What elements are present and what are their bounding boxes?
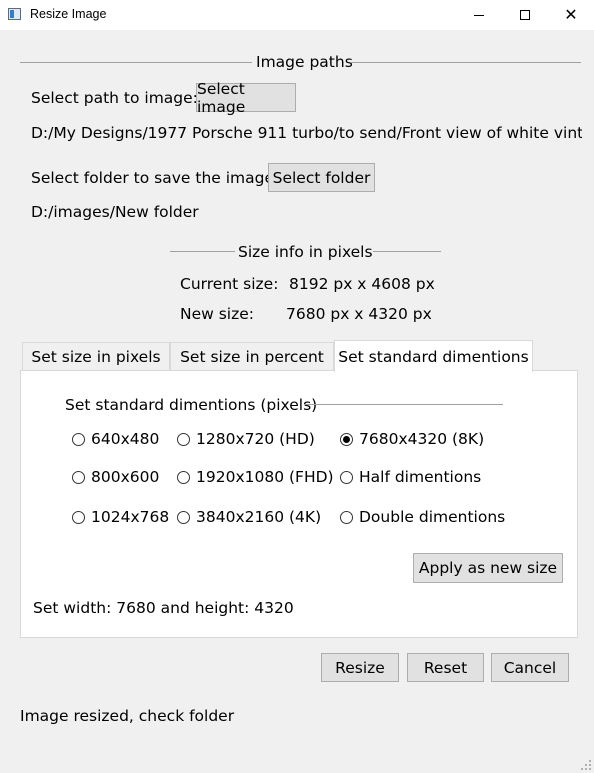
current-size-label: Current size: — [180, 275, 279, 293]
radio-label: Half dimentions — [359, 468, 482, 486]
reset-button[interactable]: Reset — [407, 653, 484, 682]
radio-label: 3840x2160 (4K) — [196, 508, 322, 526]
radio-640x480[interactable]: 640x480 — [72, 430, 159, 448]
radio-circle — [340, 470, 353, 484]
current-size-value: 8192 px x 4608 px — [289, 275, 435, 293]
cancel-button[interactable]: Cancel — [491, 653, 569, 682]
status-bar-text: Image resized, check folder — [20, 707, 235, 725]
radio-circle-checked — [340, 432, 353, 446]
new-size-label: New size: — [180, 305, 255, 323]
radio-circle — [177, 432, 190, 446]
size-info-separator-right — [373, 251, 441, 252]
standard-group-separator — [304, 404, 503, 405]
select-folder-label: Select folder to save the image: — [31, 169, 280, 187]
tab-label: Set size in pixels — [31, 348, 161, 366]
radio-circle — [340, 510, 353, 524]
maximize-button[interactable] — [502, 0, 548, 30]
radio-label: 1024x768 — [91, 508, 170, 526]
radio-circle — [177, 510, 190, 524]
radio-label: 800x600 — [91, 468, 160, 486]
size-info-separator-left — [170, 251, 235, 252]
tab-label: Set standard dimentions — [338, 347, 529, 366]
tab-label: Set size in percent — [180, 348, 324, 366]
radio-1024x768[interactable]: 1024x768 — [72, 508, 169, 526]
radio-label: 7680x4320 (8K) — [359, 430, 485, 448]
apply-as-new-size-button[interactable]: Apply as new size — [413, 553, 563, 583]
app-icon — [8, 8, 21, 20]
image-paths-title: Image paths — [256, 53, 353, 71]
new-size-value: 7680 px x 4320 px — [286, 305, 432, 323]
resize-grip-icon[interactable] — [581, 760, 591, 770]
minimize-icon — [474, 14, 484, 16]
select-image-label: Select path to image: — [31, 89, 198, 107]
size-info-title: Size info in pixels — [238, 243, 373, 261]
close-button[interactable]: ✕ — [548, 0, 594, 30]
resize-button[interactable]: Resize — [321, 653, 399, 682]
standard-status-text: Set width: 7680 and height: 4320 — [33, 599, 294, 617]
radio-label: 1920x1080 (FHD) — [196, 468, 334, 486]
minimize-button[interactable] — [456, 0, 502, 30]
select-folder-button[interactable]: Select folder — [268, 163, 375, 192]
radio-label: Double dimentions — [359, 508, 506, 526]
radio-7680x4320[interactable]: 7680x4320 (8K) — [340, 430, 484, 448]
tab-set-size-percent[interactable]: Set size in percent — [170, 342, 334, 371]
radio-circle — [72, 432, 85, 446]
image-paths-separator-right — [350, 62, 581, 63]
radio-1280x720[interactable]: 1280x720 (HD) — [177, 430, 315, 448]
tab-set-size-pixels[interactable]: Set size in pixels — [22, 342, 170, 371]
radio-800x600[interactable]: 800x600 — [72, 468, 159, 486]
radio-circle — [72, 470, 85, 484]
title-bar: Resize Image ✕ — [0, 0, 594, 30]
tab-panel-standard: Set standard dimentions (pixels) 640x480… — [20, 370, 578, 638]
standard-group-title: Set standard dimentions (pixels) — [65, 396, 318, 414]
maximize-icon — [520, 10, 530, 20]
radio-label: 640x480 — [91, 430, 160, 448]
radio-3840x2160[interactable]: 3840x2160 (4K) — [177, 508, 321, 526]
folder-path-text: D:/images/New folder — [31, 203, 199, 221]
radio-half-dimentions[interactable]: Half dimentions — [340, 468, 481, 486]
image-path-text: D:/My Designs/1977 Porsche 911 turbo/to … — [31, 124, 582, 142]
radio-1920x1080[interactable]: 1920x1080 (FHD) — [177, 468, 334, 486]
radio-double-dimentions[interactable]: Double dimentions — [340, 508, 505, 526]
radio-circle — [177, 470, 190, 484]
window-title: Resize Image — [30, 7, 107, 21]
radio-label: 1280x720 (HD) — [196, 430, 315, 448]
image-paths-separator-left — [20, 62, 252, 63]
select-image-button[interactable]: Select image — [196, 80, 296, 116]
radio-circle — [72, 510, 85, 524]
tab-set-standard-dimentions[interactable]: Set standard dimentions — [334, 340, 533, 372]
close-icon: ✕ — [564, 5, 578, 24]
